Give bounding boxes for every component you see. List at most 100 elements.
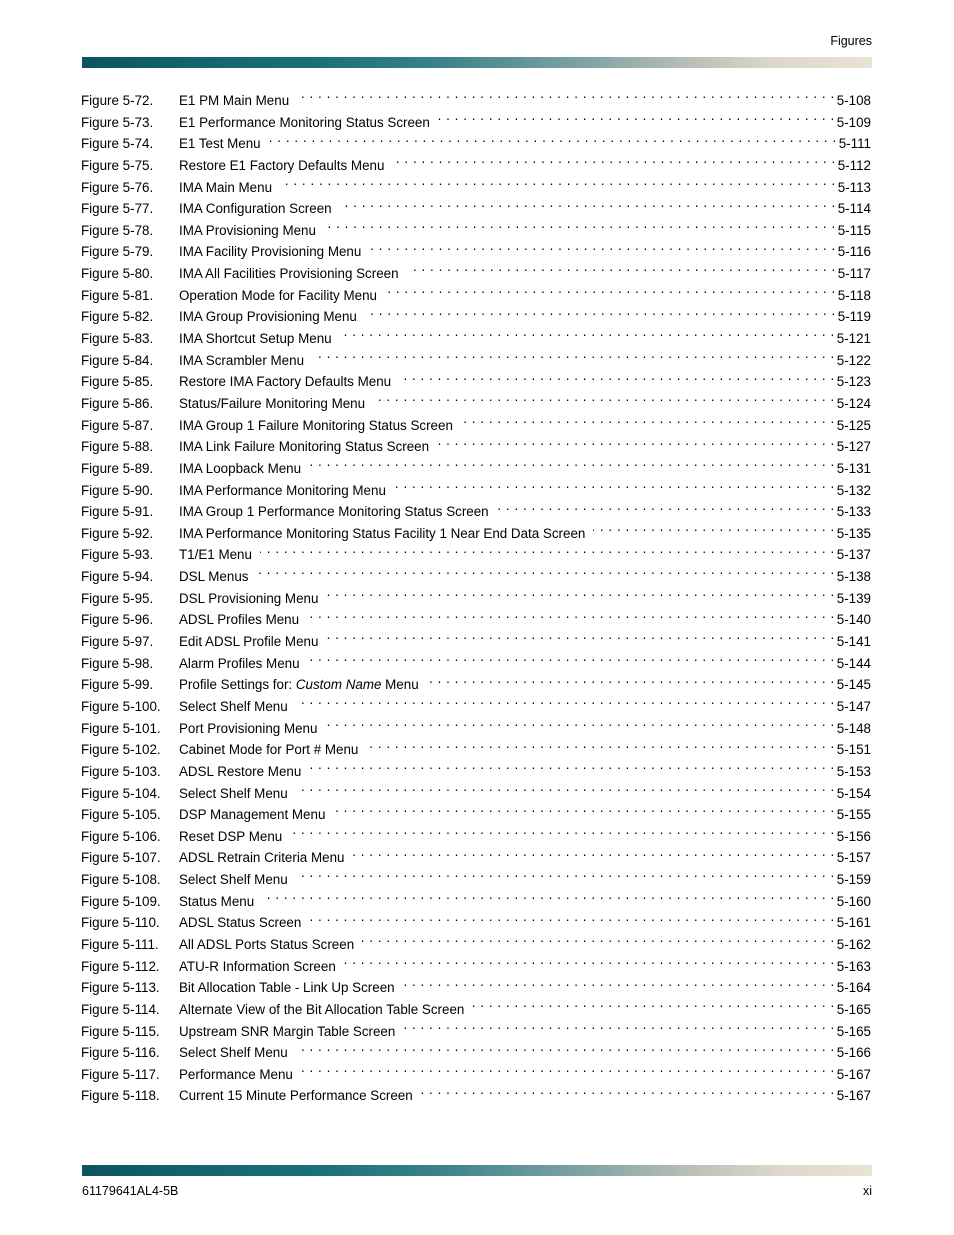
toc-dot-leader <box>497 502 835 516</box>
toc-entry[interactable]: Figure 5-79. IMA Facility Provisioning Me… <box>81 241 871 263</box>
toc-entry-label: Figure 5-107. <box>81 850 161 866</box>
toc-entry-label: Figure 5-106. <box>81 828 161 844</box>
toc-entry-page-number: 5-111 <box>838 136 871 152</box>
toc-entry[interactable]: Figure 5-94. DSL Menus 5-138 <box>81 566 871 588</box>
toc-entry-label: Figure 5-91. <box>81 504 154 520</box>
toc-dot-leader <box>269 134 837 148</box>
toc-dot-leader <box>296 870 835 884</box>
toc-entry[interactable]: Figure 5-80. IMA All Facilities Provision… <box>81 263 871 285</box>
toc-entry-label: Figure 5-89. <box>81 460 154 476</box>
toc-entry[interactable]: Figure 5-102. Cabinet Mode for Port # Men… <box>81 739 871 761</box>
toc-entry[interactable]: Figure 5-85. Restore IMA Factory Defaults… <box>81 371 871 393</box>
toc-entry[interactable]: Figure 5-81. Operation Mode for Facility … <box>81 285 871 307</box>
toc-entry[interactable]: Figure 5-117. Performance Menu 5-167 <box>81 1064 871 1086</box>
toc-entry[interactable]: Figure 5-118. Current 15 Minute Performan… <box>81 1085 871 1107</box>
toc-dot-leader <box>312 351 835 365</box>
toc-entry[interactable]: Figure 5-75. Restore E1 Factory Defaults … <box>81 155 871 177</box>
toc-dot-leader <box>326 589 834 603</box>
toc-entry[interactable]: Figure 5-74. E1 Test Menu 5-111 <box>81 133 871 155</box>
toc-entry[interactable]: Figure 5-84. IMA Scrambler Menu 5-122 <box>81 350 871 372</box>
toc-entry-label: Figure 5-83. <box>81 331 154 347</box>
toc-entry-page-number: 5-167 <box>836 1066 871 1082</box>
toc-dot-leader <box>362 935 835 949</box>
toc-entry-title: Select Shelf Menu <box>179 698 288 714</box>
toc-entry-page-number: 5-108 <box>836 93 871 108</box>
toc-entry[interactable]: Figure 5-109. Status Menu 5-160 <box>81 891 871 913</box>
toc-entry-label: Figure 5-94. <box>81 569 154 585</box>
toc-entry[interactable]: Figure 5-98. Alarm Profiles Menu 5-144 <box>81 653 871 675</box>
toc-dot-leader <box>403 978 835 992</box>
toc-entry[interactable]: Figure 5-99. Profile Settings for: Custom… <box>81 674 871 696</box>
header-title: Figures <box>830 34 872 48</box>
toc-entry-title: Alarm Profiles Menu <box>179 655 300 671</box>
toc-entry[interactable]: Figure 5-113. Bit Allocation Table - Link… <box>81 977 871 999</box>
toc-dot-leader <box>407 264 836 278</box>
toc-dot-leader <box>365 307 836 321</box>
toc-entry-page-number: 5-135 <box>836 525 871 541</box>
toc-entry[interactable]: Figure 5-76. IMA Main Menu 5-113 <box>81 177 871 199</box>
toc-entry[interactable]: Figure 5-95. DSL Provisioning Menu 5-139 <box>81 588 871 610</box>
toc-entry-page-number: 5-123 <box>836 374 871 390</box>
toc-dot-leader <box>344 957 835 971</box>
toc-entry-page-number: 5-140 <box>836 612 871 628</box>
toc-entry[interactable]: Figure 5-96. ADSL Profiles Menu 5-140 <box>81 609 871 631</box>
toc-entry[interactable]: Figure 5-100. Select Shelf Menu 5-147 <box>81 696 871 718</box>
toc-entry-label: Figure 5-77. <box>81 201 154 217</box>
toc-entry-title: Port Provisioning Menu <box>179 720 318 736</box>
toc-entry-label: Figure 5-97. <box>81 634 154 650</box>
toc-entry-label: Figure 5-102. <box>81 742 161 758</box>
toc-entry[interactable]: Figure 5-86. Status/Failure Monitoring Me… <box>81 393 871 415</box>
toc-entry[interactable]: Figure 5-110. ADSL Status Screen 5-161 <box>81 912 871 934</box>
toc-entry-page-number: 5-137 <box>836 547 871 563</box>
toc-entry[interactable]: Figure 5-88. IMA Link Failure Monitoring … <box>81 436 871 458</box>
toc-dot-leader <box>309 913 834 927</box>
toc-entry[interactable]: Figure 5-114. Alternate View of the Bit A… <box>81 999 871 1021</box>
toc-entry-label: Figure 5-109. <box>81 893 161 909</box>
toc-entry-label: Figure 5-99. <box>81 677 154 693</box>
toc-entry[interactable]: Figure 5-77. IMA Configuration Screen 5-11… <box>81 198 871 220</box>
toc-entry-page-number: 5-138 <box>836 569 871 585</box>
toc-dot-leader <box>461 416 835 430</box>
toc-entry-label: Figure 5-95. <box>81 590 154 606</box>
toc-entry-title: E1 Test Menu <box>179 136 261 152</box>
toc-entry-page-number: 5-124 <box>836 395 871 411</box>
toc-entry-title: T1/E1 Menu <box>179 547 252 563</box>
toc-entry[interactable]: Figure 5-91. IMA Group 1 Performance Moni… <box>81 501 871 523</box>
toc-entry[interactable]: Figure 5-111. All ADSL Ports Status Scree… <box>81 934 871 956</box>
toc-entry[interactable]: Figure 5-73. E1 Performance Monitoring St… <box>81 112 871 134</box>
toc-entry-page-number: 5-116 <box>837 244 871 260</box>
toc-entry-title: Performance Menu <box>179 1066 293 1082</box>
toc-entry[interactable]: Figure 5-116. Select Shelf Menu 5-166 <box>81 1042 871 1064</box>
toc-entry[interactable]: Figure 5-89. IMA Loopback Menu 5-131 <box>81 458 871 480</box>
toc-entry[interactable]: Figure 5-83. IMA Shortcut Setup Menu 5-121 <box>81 328 871 350</box>
toc-entry[interactable]: Figure 5-82. IMA Group Provisioning Menu 5… <box>81 306 871 328</box>
toc-entry[interactable]: Figure 5-104. Select Shelf Menu 5-154 <box>81 783 871 805</box>
toc-entry[interactable]: Figure 5-93. T1/E1 Menu 5-137 <box>81 544 871 566</box>
toc-entry[interactable]: Figure 5-108. Select Shelf Menu 5-159 <box>81 869 871 891</box>
toc-entry[interactable]: Figure 5-92. IMA Performance Monitoring S… <box>81 523 871 545</box>
toc-entry[interactable]: Figure 5-97. Edit ADSL Profile Menu 5-141 <box>81 631 871 653</box>
toc-entry-page-number: 5-139 <box>836 590 871 606</box>
toc-entry-label: Figure 5-75. <box>81 157 154 173</box>
toc-dot-leader <box>260 545 835 559</box>
toc-entry-title: Edit ADSL Profile Menu <box>179 634 319 650</box>
toc-entry-page-number: 5-145 <box>836 677 871 693</box>
toc-entry-page-number: 5-133 <box>836 504 871 520</box>
toc-entry[interactable]: Figure 5-90. IMA Performance Monitoring M… <box>81 480 871 502</box>
toc-entry[interactable]: Figure 5-112. ATU-R Information Screen 5-1… <box>81 956 871 978</box>
toc-entry[interactable]: Figure 5-105. DSP Management Menu 5-155 <box>81 804 871 826</box>
toc-entry-title: Select Shelf Menu <box>179 872 288 888</box>
toc-entry[interactable]: Figure 5-106. Reset DSP Menu 5-156 <box>81 826 871 848</box>
toc-entry[interactable]: Figure 5-87. IMA Group 1 Failure Monitori… <box>81 415 871 437</box>
toc-entry-label: Figure 5-90. <box>81 482 154 498</box>
toc-entry-label: Figure 5-96. <box>81 612 154 628</box>
toc-entry-page-number: 5-148 <box>836 720 871 736</box>
toc-entry[interactable]: Figure 5-72. E1 PM Main Menu 5-108 <box>81 90 871 112</box>
toc-entry[interactable]: Figure 5-78. IMA Provisioning Menu 5-115 <box>81 220 871 242</box>
toc-entry-label: Figure 5-81. <box>81 287 154 303</box>
toc-entry[interactable]: Figure 5-103. ADSL Restore Menu 5-153 <box>81 761 871 783</box>
toc-entry[interactable]: Figure 5-107. ADSL Retrain Criteria Menu 5… <box>81 847 871 869</box>
toc-entry[interactable]: Figure 5-101. Port Provisioning Menu 5-148 <box>81 718 871 740</box>
toc-dot-leader <box>262 892 835 906</box>
toc-entry[interactable]: Figure 5-115. Upstream SNR Margin Table S… <box>81 1021 871 1043</box>
